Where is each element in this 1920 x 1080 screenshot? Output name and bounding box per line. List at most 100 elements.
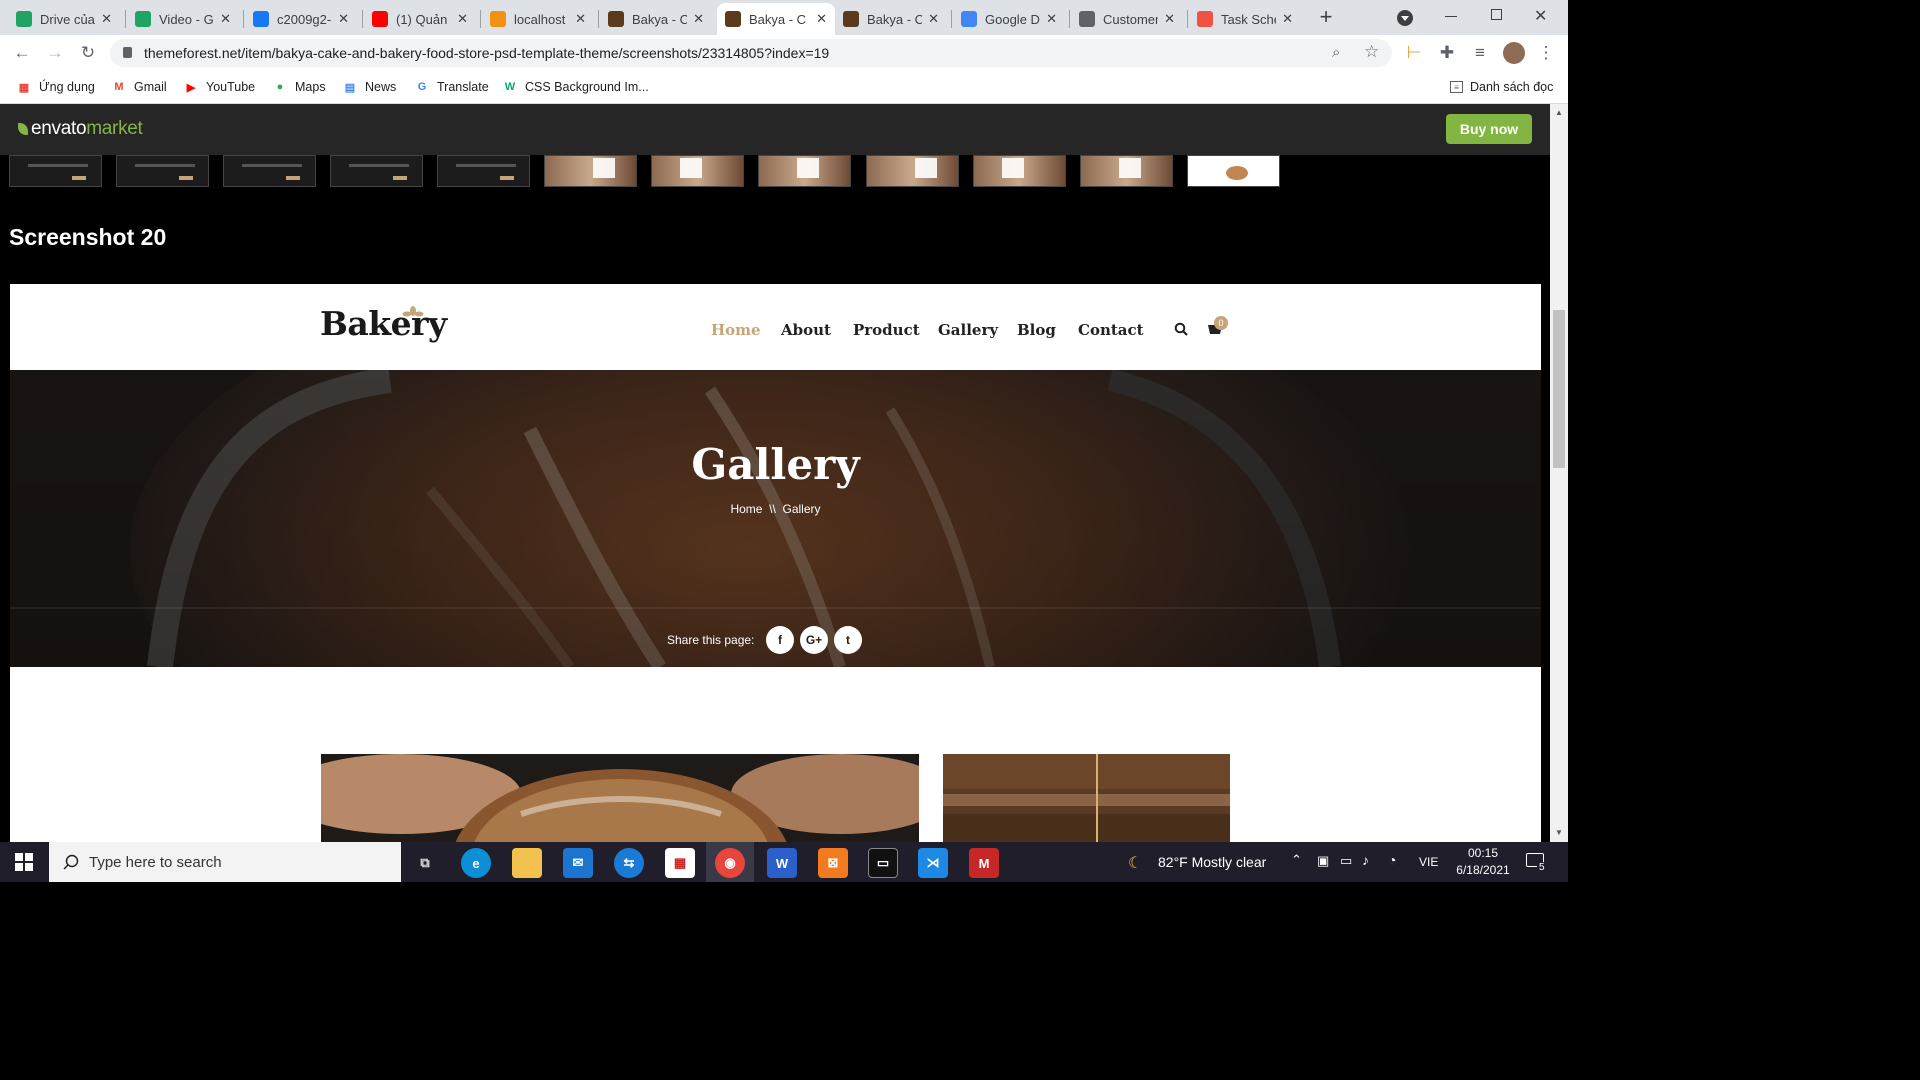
profile-avatar[interactable]	[1503, 42, 1525, 64]
terminal-icon[interactable]: ▭	[868, 848, 898, 878]
nav-contact[interactable]: Contact	[1078, 321, 1144, 339]
menu-kebab-icon[interactable]: ⋮	[1534, 41, 1558, 65]
wifi-icon[interactable]: ◔	[1388, 852, 1396, 868]
zoom-icon[interactable]: ⌕	[1332, 44, 1340, 61]
nav-about[interactable]: About	[781, 321, 831, 339]
screenshot-thumbnail[interactable]	[330, 155, 423, 187]
address-bar[interactable]: themeforest.net/item/bakya-cake-and-bake…	[110, 39, 1392, 67]
twitter-icon[interactable]: t	[834, 626, 862, 654]
tab-close-icon[interactable]: ✕	[338, 11, 349, 27]
screenshot-thumbnail[interactable]	[651, 155, 744, 187]
bookmark-item[interactable]: W CSS Background Im...	[502, 77, 649, 97]
screenshot-thumbnail[interactable]	[544, 155, 637, 187]
weather-text[interactable]: 82°F Mostly clear	[1158, 854, 1266, 870]
nav-blog[interactable]: Blog	[1017, 321, 1056, 339]
reload-icon[interactable]: ↻	[76, 41, 100, 65]
scrollbar-thumb[interactable]	[1553, 310, 1565, 468]
page-scrollbar[interactable]: ▲ ▼	[1550, 104, 1568, 842]
buy-now-button[interactable]: Buy now	[1446, 114, 1532, 144]
browser-tab[interactable]: Google D ✕	[953, 3, 1065, 35]
tab-close-icon[interactable]: ✕	[816, 11, 827, 27]
remote-icon[interactable]: ⇆	[614, 848, 644, 878]
back-icon[interactable]: ←	[10, 41, 34, 65]
browser-tab[interactable]: localhost ✕	[482, 3, 594, 35]
bookmark-item[interactable]: ▶ YouTube	[183, 77, 255, 97]
gallery-item[interactable]	[321, 754, 919, 842]
volume-icon[interactable]: ♪	[1362, 852, 1369, 868]
browser-tab[interactable]: (1) Quản ✕	[364, 3, 476, 35]
browser-tab[interactable]: Customer ✕	[1071, 3, 1183, 35]
bookmark-item[interactable]: ● Maps	[272, 77, 326, 97]
edge-icon[interactable]: e	[461, 848, 491, 878]
minimize-icon[interactable]	[1445, 16, 1457, 17]
scroll-up-icon[interactable]: ▲	[1555, 108, 1563, 117]
screenshot-thumbnail[interactable]	[223, 155, 316, 187]
xampp-icon[interactable]: ⊠	[818, 848, 848, 878]
close-window-icon[interactable]: ✕	[1534, 6, 1547, 26]
bookmark-item[interactable]: G Translate	[414, 77, 489, 97]
forward-icon[interactable]: →	[43, 41, 67, 65]
tab-close-icon[interactable]: ✕	[220, 11, 231, 27]
extension-icon[interactable]: ⊢	[1402, 41, 1426, 65]
chrome-icon[interactable]: ◉	[715, 848, 745, 878]
mail-icon[interactable]: ✉	[563, 848, 593, 878]
file-explorer-icon[interactable]	[512, 848, 542, 878]
battery-icon[interactable]: ▭	[1340, 853, 1352, 869]
language-indicator[interactable]: VIE	[1419, 855, 1438, 869]
restore-icon[interactable]	[1491, 9, 1502, 20]
browser-tab[interactable]: Video - G ✕	[127, 3, 239, 35]
reading-list-button[interactable]: ≡ Danh sách đọc	[1450, 77, 1553, 97]
media-icon[interactable]: ≡	[1468, 41, 1492, 65]
bakery-logo[interactable]: Bakery	[320, 304, 447, 343]
screenshot-thumbnail[interactable]	[758, 155, 851, 187]
screenshot-thumbnail[interactable]	[1187, 155, 1280, 187]
puzzle-icon[interactable]: ✚	[1435, 41, 1459, 65]
tab-close-icon[interactable]: ✕	[1164, 11, 1175, 27]
nav-home[interactable]: Home	[711, 321, 761, 339]
screenshot-thumbnail[interactable]	[9, 155, 102, 187]
show-hidden-icons-icon[interactable]: ⌃	[1291, 852, 1302, 868]
tab-close-icon[interactable]: ✕	[1282, 11, 1293, 27]
tab-close-icon[interactable]: ✕	[928, 11, 939, 27]
bookmark-item[interactable]: ▦ Ứng dụng	[16, 77, 95, 97]
tab-close-icon[interactable]: ✕	[101, 11, 112, 27]
tab-close-icon[interactable]: ✕	[575, 11, 586, 27]
tab-close-icon[interactable]: ✕	[457, 11, 468, 27]
browser-tab[interactable]: c2009g2- ✕	[245, 3, 357, 35]
facebook-icon[interactable]: f	[766, 626, 794, 654]
windows-start-icon[interactable]	[15, 853, 33, 871]
vscode-icon[interactable]: ⋊	[918, 848, 948, 878]
browser-tab[interactable]: Bakya - C ✕	[600, 3, 712, 35]
browser-tab[interactable]: Bakya - C ✕	[835, 3, 947, 35]
envato-logo[interactable]: envato market	[18, 118, 143, 140]
google-plus-icon[interactable]: G+	[800, 626, 828, 654]
bookmark-item[interactable]: M Gmail	[111, 77, 166, 97]
new-tab-button[interactable]: +	[1314, 6, 1338, 30]
bookmark-star-icon[interactable]: ☆	[1364, 42, 1379, 62]
tab-search-icon[interactable]	[1397, 10, 1413, 26]
clock[interactable]: 00:15 6/18/2021	[1448, 845, 1518, 879]
app-grid-icon[interactable]: ▦	[665, 848, 695, 878]
screenshot-thumbnail[interactable]	[973, 155, 1066, 187]
breadcrumb-home[interactable]: Home	[730, 502, 762, 516]
bookmark-item[interactable]: ▤ News	[342, 77, 396, 97]
meet-icon[interactable]: ▣	[1317, 853, 1329, 869]
tab-close-icon[interactable]: ✕	[693, 11, 704, 27]
browser-tab[interactable]: Drive của ✕	[8, 3, 120, 35]
mcafee-icon[interactable]: M	[969, 848, 999, 878]
browser-tab[interactable]: Bakya - C ✕	[717, 3, 835, 35]
task-view-icon[interactable]: ⧉	[410, 848, 440, 878]
screenshot-thumbnail[interactable]	[866, 155, 959, 187]
screenshot-thumbnail[interactable]	[437, 155, 530, 187]
taskbar-search-box[interactable]: Type here to search	[49, 842, 401, 882]
tab-close-icon[interactable]: ✕	[1046, 11, 1057, 27]
nav-gallery[interactable]: Gallery	[938, 321, 998, 339]
scroll-down-icon[interactable]: ▼	[1555, 828, 1563, 837]
screenshot-thumbnail[interactable]	[116, 155, 209, 187]
gallery-item[interactable]	[943, 754, 1230, 842]
nav-product[interactable]: Product	[853, 321, 920, 339]
word-icon[interactable]: W	[767, 848, 797, 878]
screenshot-thumbnail[interactable]	[1080, 155, 1173, 187]
browser-tab[interactable]: Task Sche ✕	[1189, 3, 1301, 35]
search-icon[interactable]	[1174, 322, 1188, 336]
